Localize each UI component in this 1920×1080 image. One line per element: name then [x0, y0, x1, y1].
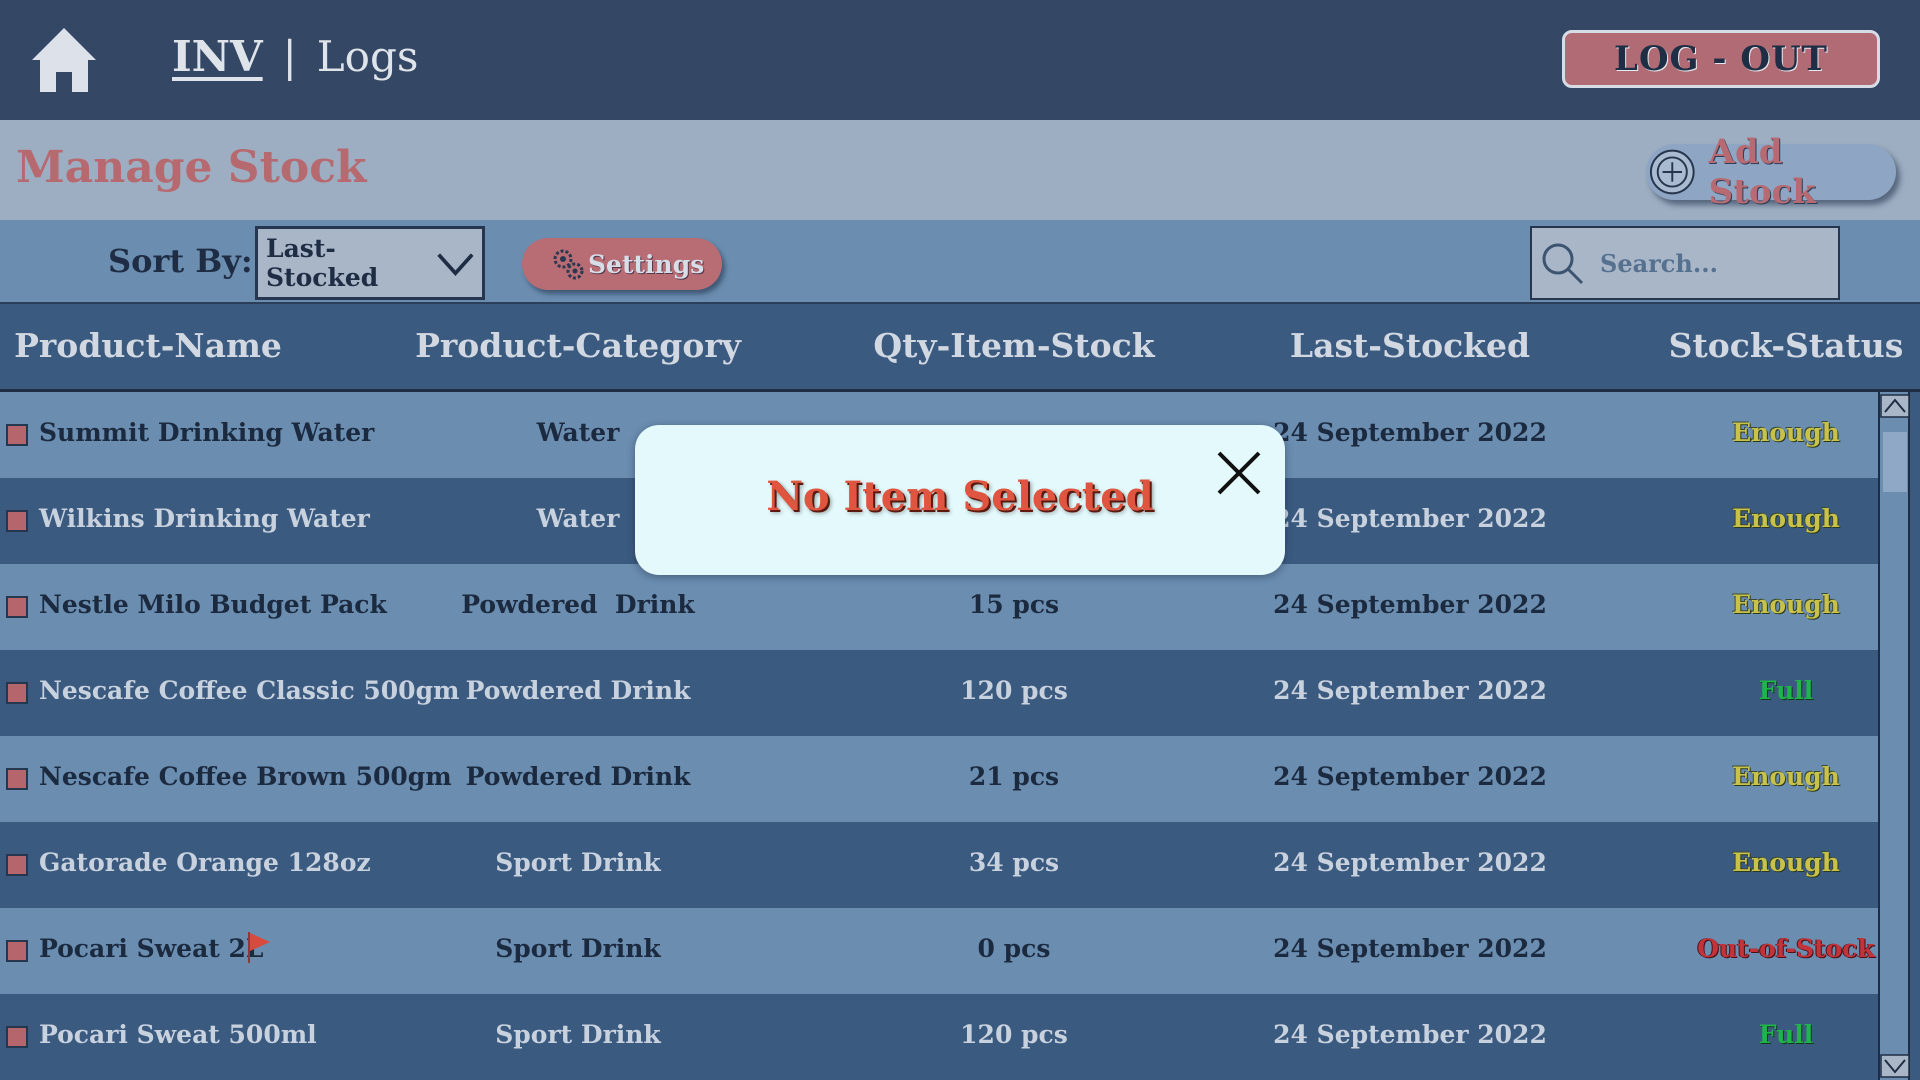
product-category-cell: Sport Drink	[495, 1020, 661, 1049]
settings-label: Settings	[588, 249, 705, 279]
row-checkbox[interactable]	[6, 510, 28, 532]
product-category-cell: Sport Drink	[495, 848, 661, 877]
sort-select[interactable]: Last-Stocked	[255, 226, 485, 300]
table-scrollbar[interactable]	[1878, 392, 1910, 1080]
last-stocked-cell: 24 September 2022	[1273, 590, 1547, 619]
nav-breadcrumb: INV | Logs	[172, 32, 418, 81]
logout-button[interactable]: LOG - OUT	[1562, 30, 1880, 88]
product-name-cell: Pocari Sweat 500ml	[39, 1020, 317, 1049]
nav-logs-link[interactable]: Logs	[317, 32, 419, 81]
dialog-message: No Item Selected	[766, 473, 1154, 520]
table-row[interactable]: Pocari Sweat 500ml Sport Drink 120 pcs 2…	[0, 994, 1878, 1080]
product-category-cell: Powdered Drink	[465, 762, 691, 791]
gears-icon	[553, 249, 584, 280]
search-icon	[1542, 243, 1584, 285]
row-checkbox[interactable]	[6, 596, 28, 618]
product-name-cell: Nestle Milo Budget Pack	[39, 590, 387, 619]
add-stock-button[interactable]: Add Stock	[1646, 132, 1896, 212]
scroll-down-icon[interactable]	[1880, 1054, 1910, 1078]
search-input[interactable]	[1600, 248, 1820, 278]
nav-separator: |	[282, 32, 297, 81]
chevron-down-icon	[437, 253, 474, 277]
table-header: Product-Name Product-Category Qty-Item-S…	[0, 304, 1920, 392]
product-category-cell: Powdered Drink	[461, 590, 695, 619]
product-category-cell: Sport Drink	[495, 934, 661, 963]
product-category-cell: Water	[536, 504, 620, 533]
scroll-thumb[interactable]	[1883, 432, 1907, 492]
qty-cell: 120 pcs	[960, 1020, 1068, 1049]
status-badge: Enough	[1732, 418, 1840, 447]
table-row[interactable]: Nescafe Coffee Classic 500gm Powdered Dr…	[0, 650, 1878, 736]
title-bar: Manage Stock Add Stock	[0, 120, 1920, 220]
nav-inv-link[interactable]: INV	[172, 32, 263, 81]
close-icon[interactable]	[1213, 447, 1265, 499]
row-checkbox[interactable]	[6, 1026, 28, 1048]
plus-circle-icon	[1649, 149, 1695, 195]
qty-cell: 21 pcs	[968, 762, 1060, 791]
status-badge: Full	[1758, 1020, 1814, 1049]
page-title: Manage Stock	[16, 142, 367, 193]
column-header-product-name[interactable]: Product-Name	[14, 326, 282, 365]
product-name-cell: Summit Drinking Water	[39, 418, 375, 447]
product-name-cell: Pocari Sweat 2L	[39, 934, 264, 963]
add-stock-label: Add Stock	[1708, 132, 1816, 212]
last-stocked-cell: 24 September 2022	[1273, 418, 1547, 447]
qty-cell: 120 pcs	[960, 676, 1068, 705]
status-badge: Enough	[1732, 590, 1840, 619]
qty-cell: 0 pcs	[977, 934, 1051, 963]
last-stocked-cell: 24 September 2022	[1273, 676, 1547, 705]
row-checkbox[interactable]	[6, 768, 28, 790]
table-row[interactable]: Nescafe Coffee Brown 500gm Powdered Drin…	[0, 736, 1878, 822]
home-icon[interactable]	[28, 24, 100, 96]
row-checkbox[interactable]	[6, 940, 28, 962]
product-name-cell: Nescafe Coffee Classic 500gm	[39, 676, 460, 705]
qty-cell: 34 pcs	[968, 848, 1060, 877]
table-row[interactable]: Nestle Milo Budget Pack Powdered Drink 1…	[0, 564, 1878, 650]
row-checkbox[interactable]	[6, 682, 28, 704]
scroll-up-icon[interactable]	[1880, 394, 1910, 418]
settings-button[interactable]: Settings	[522, 238, 722, 290]
product-name-cell: Wilkins Drinking Water	[39, 504, 370, 533]
status-badge: Enough	[1732, 848, 1840, 877]
last-stocked-cell: 24 September 2022	[1273, 1020, 1547, 1049]
column-header-last-stocked[interactable]: Last-Stocked	[1290, 326, 1530, 365]
status-badge: Enough	[1732, 762, 1840, 791]
last-stocked-cell: 24 September 2022	[1273, 762, 1547, 791]
table-row[interactable]: Gatorade Orange 128oz Sport Drink 34 pcs…	[0, 822, 1878, 908]
last-stocked-cell: 24 September 2022	[1273, 504, 1547, 533]
row-checkbox[interactable]	[6, 424, 28, 446]
status-badge: Full	[1758, 676, 1814, 705]
product-category-cell: Water	[536, 418, 620, 447]
column-header-stock-status[interactable]: Stock-Status	[1669, 326, 1904, 365]
last-stocked-cell: 24 September 2022	[1273, 934, 1547, 963]
product-name-cell: Nescafe Coffee Brown 500gm	[39, 762, 452, 791]
last-stocked-cell: 24 September 2022	[1273, 848, 1547, 877]
status-badge: Out-of-Stock	[1697, 934, 1875, 963]
search-box[interactable]	[1530, 226, 1840, 300]
qty-cell: 15 pcs	[968, 590, 1060, 619]
table-row[interactable]: Pocari Sweat 2L Sport Drink 0 pcs 24 Sep…	[0, 908, 1878, 994]
sort-label: Sort By:	[108, 242, 253, 280]
no-item-selected-dialog: No Item Selected	[635, 425, 1285, 575]
flag-icon	[248, 932, 270, 963]
column-header-product-category[interactable]: Product-Category	[415, 326, 741, 365]
top-bar: INV | Logs LOG - OUT	[0, 0, 1920, 120]
sort-value: Last-Stocked	[266, 234, 379, 292]
column-header-qty-item-stock[interactable]: Qty-Item-Stock	[873, 326, 1154, 365]
product-name-cell: Gatorade Orange 128oz	[39, 848, 371, 877]
product-category-cell: Powdered Drink	[465, 676, 691, 705]
status-badge: Enough	[1732, 504, 1840, 533]
filter-bar: Sort By: Last-Stocked Settings	[0, 220, 1920, 304]
row-checkbox[interactable]	[6, 854, 28, 876]
